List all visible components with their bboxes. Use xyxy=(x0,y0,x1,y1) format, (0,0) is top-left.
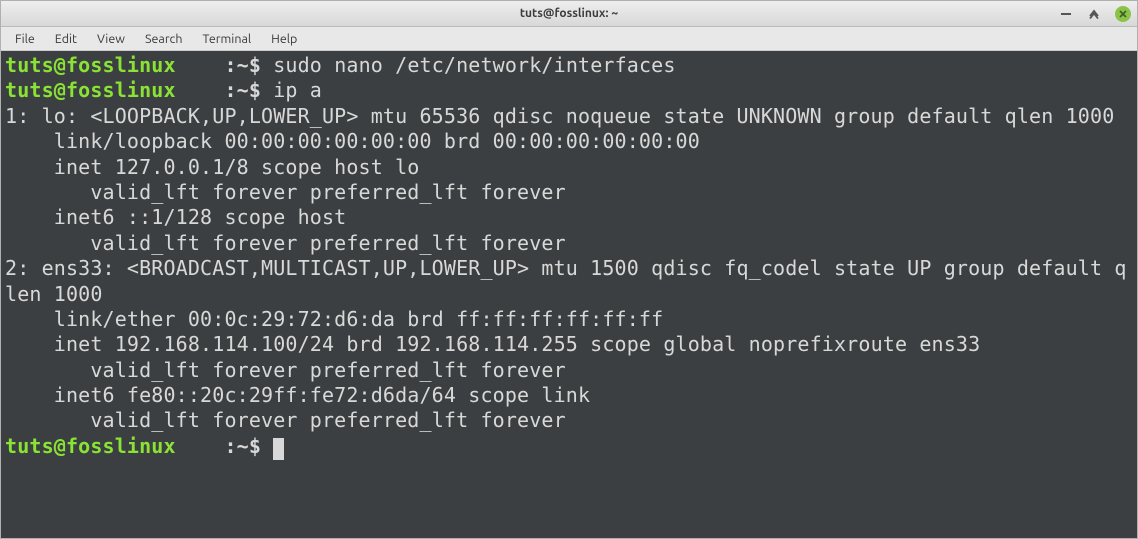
output-line: 1: lo: <LOOPBACK,UP,LOWER_UP> mtu 65536 … xyxy=(5,104,1133,129)
output-line: link/ether 00:0c:29:72:d6:da brd ff:ff:f… xyxy=(5,307,1133,332)
menu-terminal[interactable]: Terminal xyxy=(195,30,260,48)
cursor-icon xyxy=(273,438,284,460)
prompt-sep: : xyxy=(176,434,237,458)
prompt-sep: : xyxy=(176,53,237,77)
window-title: tuts@fosslinux: ~ xyxy=(520,7,618,20)
prompt-tail: ~$ xyxy=(237,53,274,77)
output-line: 2: ens33: <BROADCAST,MULTICAST,UP,LOWER_… xyxy=(5,256,1133,307)
prompt-line-2: tuts@fosslinux :~$ ip a xyxy=(5,78,1133,103)
prompt-sep: : xyxy=(176,78,237,102)
prompt-user: tuts@fosslinux xyxy=(5,53,176,77)
output-line: inet6 fe80::20c:29ff:fe72:d6da/64 scope … xyxy=(5,383,1133,408)
output-line: link/loopback 00:00:00:00:00:00 brd 00:0… xyxy=(5,129,1133,154)
terminal-area[interactable]: tuts@fosslinux :~$ sudo nano /etc/networ… xyxy=(1,51,1137,538)
menu-file[interactable]: File xyxy=(7,30,43,48)
titlebar: tuts@fosslinux: ~ xyxy=(1,1,1137,27)
titlebar-controls xyxy=(1059,1,1131,26)
output-line: valid_lft forever preferred_lft forever xyxy=(5,358,1133,383)
output-line: valid_lft forever preferred_lft forever xyxy=(5,408,1133,433)
prompt-user: tuts@fosslinux xyxy=(5,78,176,102)
minimize-button[interactable] xyxy=(1059,7,1073,21)
command-2: ip a xyxy=(273,78,322,102)
output-line: inet6 ::1/128 scope host xyxy=(5,205,1133,230)
output-line: valid_lft forever preferred_lft forever xyxy=(5,180,1133,205)
menubar: File Edit View Search Terminal Help xyxy=(1,27,1137,51)
prompt-line-3: tuts@fosslinux :~$ xyxy=(5,434,1133,459)
terminal-window: tuts@fosslinux: ~ File Edit View Search … xyxy=(0,0,1138,539)
output-line: inet 127.0.0.1/8 scope host lo xyxy=(5,155,1133,180)
prompt-tail: ~$ xyxy=(237,78,274,102)
output-line: inet 192.168.114.100/24 brd 192.168.114.… xyxy=(5,332,1133,357)
prompt-line-1: tuts@fosslinux :~$ sudo nano /etc/networ… xyxy=(5,53,1133,78)
prompt-tail: ~$ xyxy=(237,434,274,458)
output-line: valid_lft forever preferred_lft forever xyxy=(5,231,1133,256)
close-button[interactable] xyxy=(1115,6,1131,22)
maximize-button[interactable] xyxy=(1087,7,1101,21)
prompt-user: tuts@fosslinux xyxy=(5,434,176,458)
menu-search[interactable]: Search xyxy=(137,30,191,48)
menu-view[interactable]: View xyxy=(89,30,133,48)
command-1: sudo nano /etc/network/interfaces xyxy=(273,53,675,77)
menu-help[interactable]: Help xyxy=(263,30,305,48)
menu-edit[interactable]: Edit xyxy=(47,30,85,48)
